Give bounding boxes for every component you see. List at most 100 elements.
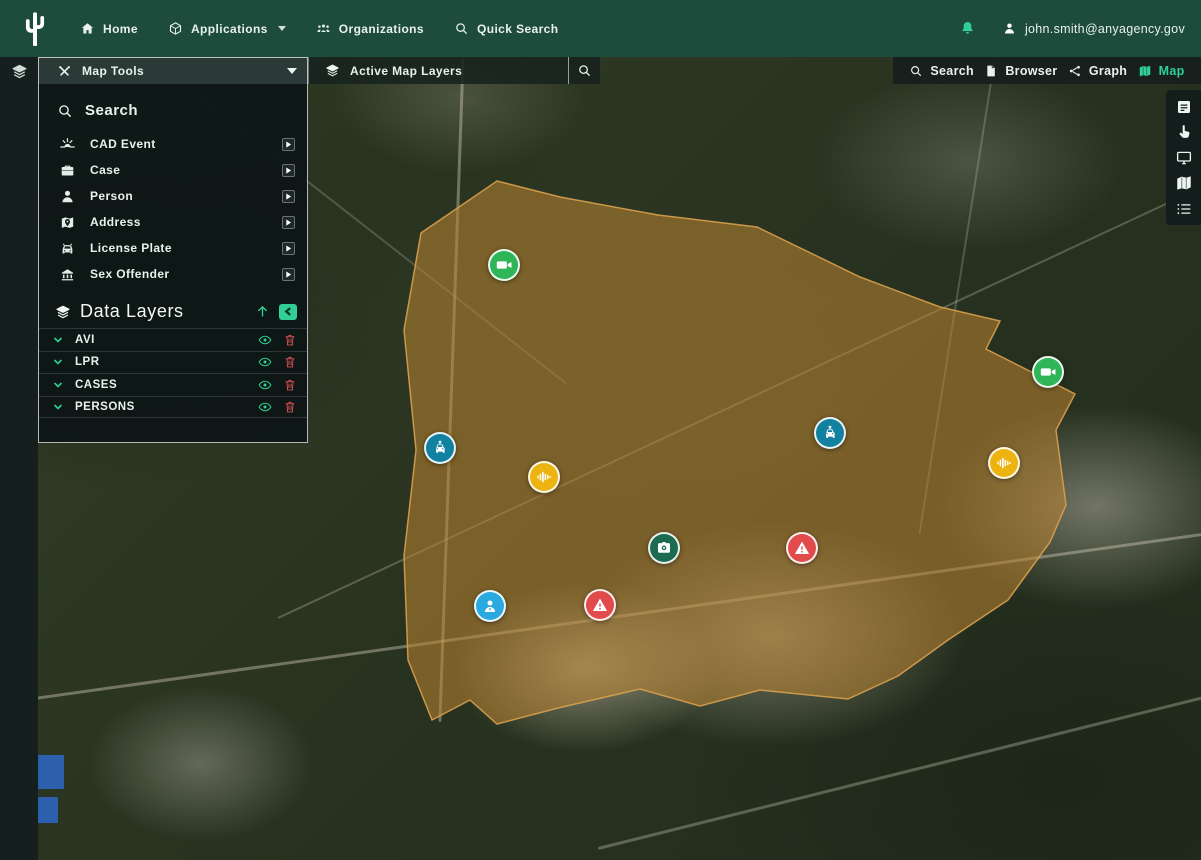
expand-arrow-button[interactable] <box>282 216 295 229</box>
warning-triangle-icon <box>591 596 609 614</box>
layer-row-avi[interactable]: AVI <box>39 328 307 351</box>
layers-search-button[interactable] <box>568 57 600 84</box>
view-tab-map-active[interactable]: Map <box>1138 64 1185 78</box>
data-layers-actions <box>255 304 297 320</box>
layer-name: AVI <box>75 334 95 346</box>
layers-icon[interactable] <box>11 63 28 80</box>
user-account[interactable]: john.smith@anyagency.gov <box>1002 21 1185 36</box>
marker-photo-camera[interactable] <box>648 532 680 564</box>
list-icon <box>1175 200 1193 218</box>
nav-quick-search-label: Quick Search <box>477 22 559 36</box>
legend-list-button[interactable] <box>1175 200 1193 218</box>
topbar-right-group: john.smith@anyagency.gov <box>959 20 1185 37</box>
brand-logo[interactable] <box>18 9 52 49</box>
address-icon <box>59 214 76 231</box>
map-icon <box>1175 174 1193 192</box>
basemap-button[interactable] <box>1175 174 1193 192</box>
chevron-down-icon[interactable] <box>53 335 63 345</box>
nav-home[interactable]: Home <box>80 21 138 36</box>
map-blue-feature <box>38 797 58 823</box>
marker-audio-sensor[interactable] <box>988 447 1020 479</box>
layer-row-lpr[interactable]: LPR <box>39 351 307 374</box>
marker-video-camera[interactable] <box>488 249 520 281</box>
chevron-down-icon[interactable] <box>53 380 63 390</box>
marker-police-vehicle[interactable] <box>424 432 456 464</box>
search-item-person[interactable]: Person <box>39 183 307 209</box>
nav-quick-search[interactable]: Quick Search <box>454 21 559 36</box>
expand-arrow-button[interactable] <box>282 164 295 177</box>
nav-applications[interactable]: Applications <box>168 21 286 36</box>
eye-visibility-icon[interactable] <box>258 379 272 391</box>
expand-arrow-button[interactable] <box>282 268 295 281</box>
monitor-button[interactable] <box>1175 149 1193 167</box>
nav-organizations[interactable]: Organizations <box>316 21 424 36</box>
police-vehicle-icon <box>431 439 449 457</box>
trash-delete-icon[interactable] <box>283 334 297 346</box>
view-tab-browser[interactable]: Browser <box>984 64 1057 78</box>
collapse-panel-button[interactable] <box>279 304 297 320</box>
layer-name: PERSONS <box>75 401 135 413</box>
eye-visibility-icon[interactable] <box>258 334 272 346</box>
expand-arrow-button[interactable] <box>282 242 295 255</box>
pointer-select-button[interactable] <box>1175 123 1193 141</box>
search-item-cad-event[interactable]: CAD Event <box>39 131 307 157</box>
map-road <box>918 60 995 534</box>
notes-button[interactable] <box>1175 98 1193 116</box>
chevron-down-icon[interactable] <box>53 357 63 367</box>
arrow-up-icon[interactable] <box>255 304 270 319</box>
layer-row-cases[interactable]: CASES <box>39 373 307 396</box>
view-tab-map-label: Map <box>1159 64 1185 78</box>
marker-alert[interactable] <box>786 532 818 564</box>
map-icon <box>1138 64 1152 78</box>
data-layers-heading: Data Layers <box>80 301 184 322</box>
graph-icon <box>1068 64 1082 78</box>
trash-delete-icon[interactable] <box>283 401 297 413</box>
dropdown-caret-icon <box>287 68 297 74</box>
active-map-layers-bar[interactable]: Active Map Layers <box>308 57 568 84</box>
eye-visibility-icon[interactable] <box>258 356 272 368</box>
view-tab-search[interactable]: Search <box>909 64 974 78</box>
search-item-sex-offender[interactable]: Sex Offender <box>39 261 307 287</box>
search-item-license-plate[interactable]: License Plate <box>39 235 307 261</box>
trash-delete-icon[interactable] <box>283 356 297 368</box>
search-heading-label: Search <box>85 102 138 119</box>
search-item-case[interactable]: Case <box>39 157 307 183</box>
view-tab-browser-label: Browser <box>1005 64 1057 78</box>
applications-icon <box>168 21 183 36</box>
search-item-label: License Plate <box>90 241 172 255</box>
cad-event-icon <box>59 136 76 153</box>
marker-person[interactable] <box>474 590 506 622</box>
chevron-left-icon <box>284 307 293 316</box>
marker-alert[interactable] <box>584 589 616 621</box>
nav-organizations-label: Organizations <box>339 22 424 36</box>
chevron-down-icon <box>278 26 286 31</box>
marker-police-vehicle[interactable] <box>814 417 846 449</box>
audio-waveform-icon <box>995 454 1013 472</box>
view-tab-graph[interactable]: Graph <box>1068 64 1127 78</box>
search-icon <box>57 103 73 119</box>
marker-audio-sensor[interactable] <box>528 461 560 493</box>
marker-video-camera[interactable] <box>1032 356 1064 388</box>
eye-visibility-icon[interactable] <box>258 401 272 413</box>
layer-row-persons[interactable]: PERSONS <box>39 396 307 419</box>
map-tools-label: Map Tools <box>82 64 144 78</box>
layer-row-actions <box>258 401 297 413</box>
organizations-icon <box>316 21 331 36</box>
primary-nav: Home Applications Organizations Quick Se… <box>80 21 559 36</box>
audio-waveform-icon <box>535 468 553 486</box>
trash-delete-icon[interactable] <box>283 379 297 391</box>
layers-icon <box>325 63 340 78</box>
person-icon <box>59 188 76 205</box>
search-item-address[interactable]: Address <box>39 209 307 235</box>
map-tools-dropdown[interactable]: Map Tools <box>38 57 308 84</box>
sex-offender-icon <box>59 266 76 283</box>
view-switcher: Search Browser Graph Map <box>893 57 1201 84</box>
left-icon-rail <box>0 57 38 860</box>
notifications-bell-icon[interactable] <box>959 20 976 37</box>
chevron-down-icon[interactable] <box>53 402 63 412</box>
data-layers-header: Data Layers <box>39 295 307 328</box>
expand-arrow-button[interactable] <box>282 138 295 151</box>
expand-arrow-button[interactable] <box>282 190 295 203</box>
warning-triangle-icon <box>793 539 811 557</box>
search-item-label: Address <box>90 215 141 229</box>
